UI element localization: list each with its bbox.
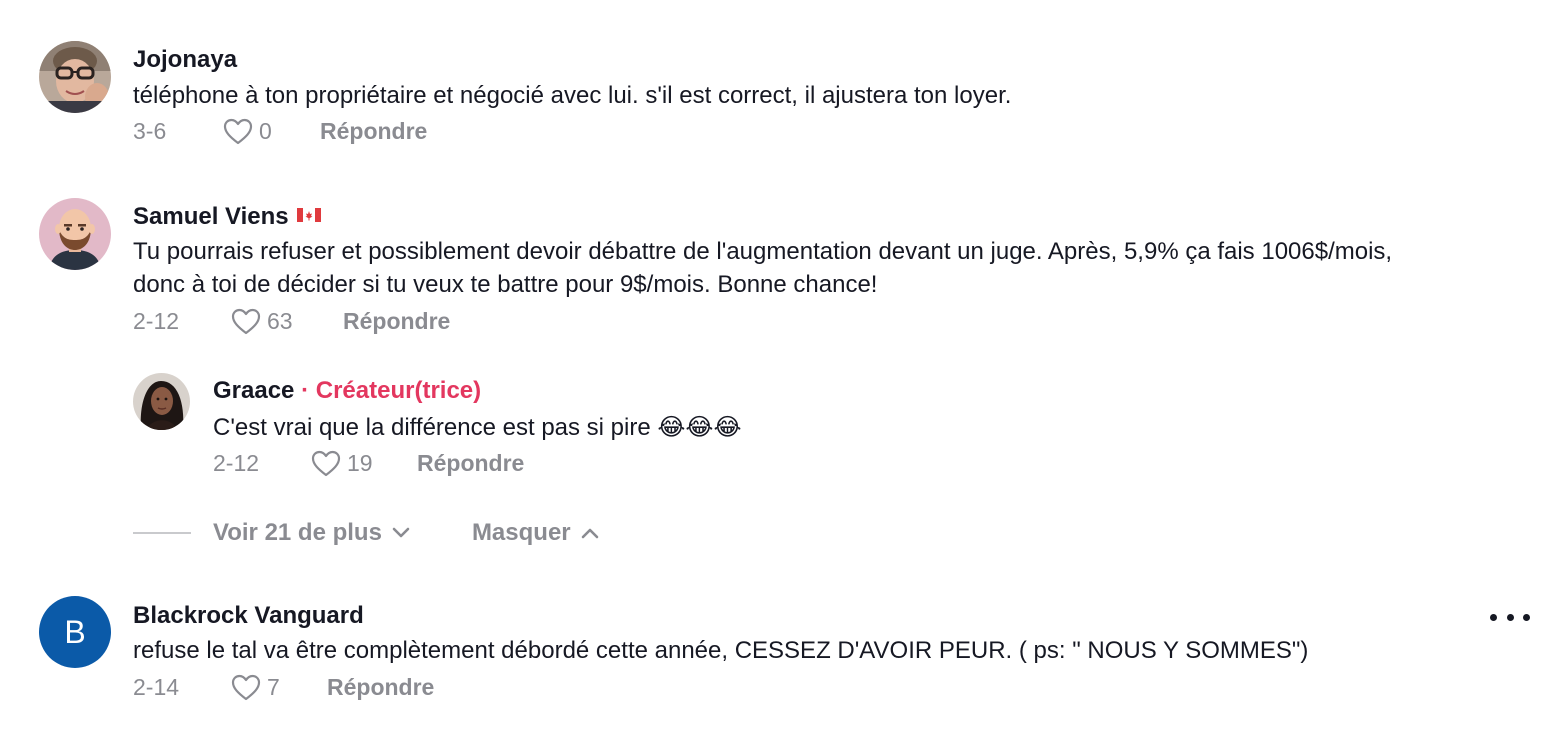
comment-author-name[interactable]: Samuel Viens — [133, 205, 321, 230]
like-count: 19 — [347, 450, 373, 476]
author-name-text: Samuel Viens — [133, 203, 289, 230]
reply-meta: 2-12 19 Répondre — [213, 450, 524, 477]
avatar-graace[interactable] — [133, 373, 190, 430]
like-button[interactable]: 63 — [231, 308, 343, 335]
comment-text: téléphone à ton propriétaire et négocié … — [133, 82, 1012, 109]
comment-date: 2-12 — [133, 308, 180, 334]
avatar-letter: B — [64, 613, 86, 650]
canada-flag-icon — [296, 203, 321, 227]
chevron-up-icon — [581, 528, 598, 539]
reply-button[interactable]: Répondre — [417, 452, 524, 475]
like-button[interactable]: 19 — [311, 450, 417, 477]
reply-button[interactable]: Répondre — [343, 310, 450, 333]
view-more-replies-button[interactable]: Voir 21 de plus — [213, 519, 410, 547]
comment-meta: 2-14 7 Répondre — [133, 674, 434, 701]
view-more-label: Voir 21 de plus — [213, 519, 382, 546]
like-count: 7 — [267, 674, 280, 700]
comment-author-name[interactable]: Jojonaya — [133, 48, 237, 72]
reply-text: C'est vrai que la différence est pas si … — [213, 414, 742, 441]
comment-meta: 2-12 63 Répondre — [133, 308, 450, 335]
heart-icon — [311, 450, 341, 477]
author-name-text: Graace — [213, 377, 295, 404]
reply-button[interactable]: Répondre — [320, 120, 427, 143]
comment-text: refuse le tal va être complètement débor… — [133, 637, 1309, 664]
like-button[interactable]: 0 — [223, 118, 320, 145]
comment-author-name[interactable]: Blackrock Vanguard — [133, 604, 364, 628]
dot — [1490, 613, 1497, 621]
like-button[interactable]: 7 — [231, 674, 327, 701]
comment-date: 2-14 — [133, 674, 180, 700]
creator-badge: Créateur(trice) — [315, 377, 482, 404]
divider-line — [133, 532, 191, 534]
comment-date: 3-6 — [133, 118, 167, 144]
hide-replies-button[interactable]: Masquer — [472, 519, 599, 547]
dot — [1523, 613, 1530, 621]
avatar-blackrock-vanguard[interactable]: B — [39, 596, 111, 668]
heart-icon — [223, 118, 253, 145]
comment-text-line: Tu pourrais refuser et possiblement devo… — [133, 238, 1393, 265]
comment-text-line: donc à toi de décider si tu veux te batt… — [133, 271, 878, 298]
like-count: 63 — [267, 308, 293, 334]
heart-icon — [231, 308, 261, 335]
reply-author-name[interactable]: Graace · Créateur(trice) — [213, 379, 481, 403]
more-options-icon[interactable] — [1490, 606, 1530, 628]
like-count: 0 — [259, 118, 272, 144]
comment-date: 2-12 — [213, 450, 260, 476]
replies-controls: Voir 21 de plus Masquer — [133, 519, 599, 547]
heart-icon — [231, 674, 261, 701]
hide-label: Masquer — [471, 519, 571, 546]
dot — [1506, 613, 1514, 621]
chevron-down-icon — [392, 527, 410, 538]
avatar-jojonaya[interactable] — [39, 41, 111, 113]
comment-meta: 3-6 0 Répondre — [133, 118, 427, 145]
reply-button[interactable]: Répondre — [327, 676, 434, 699]
name-separator: · — [301, 377, 310, 404]
avatar-samuel-viens[interactable] — [39, 198, 111, 270]
